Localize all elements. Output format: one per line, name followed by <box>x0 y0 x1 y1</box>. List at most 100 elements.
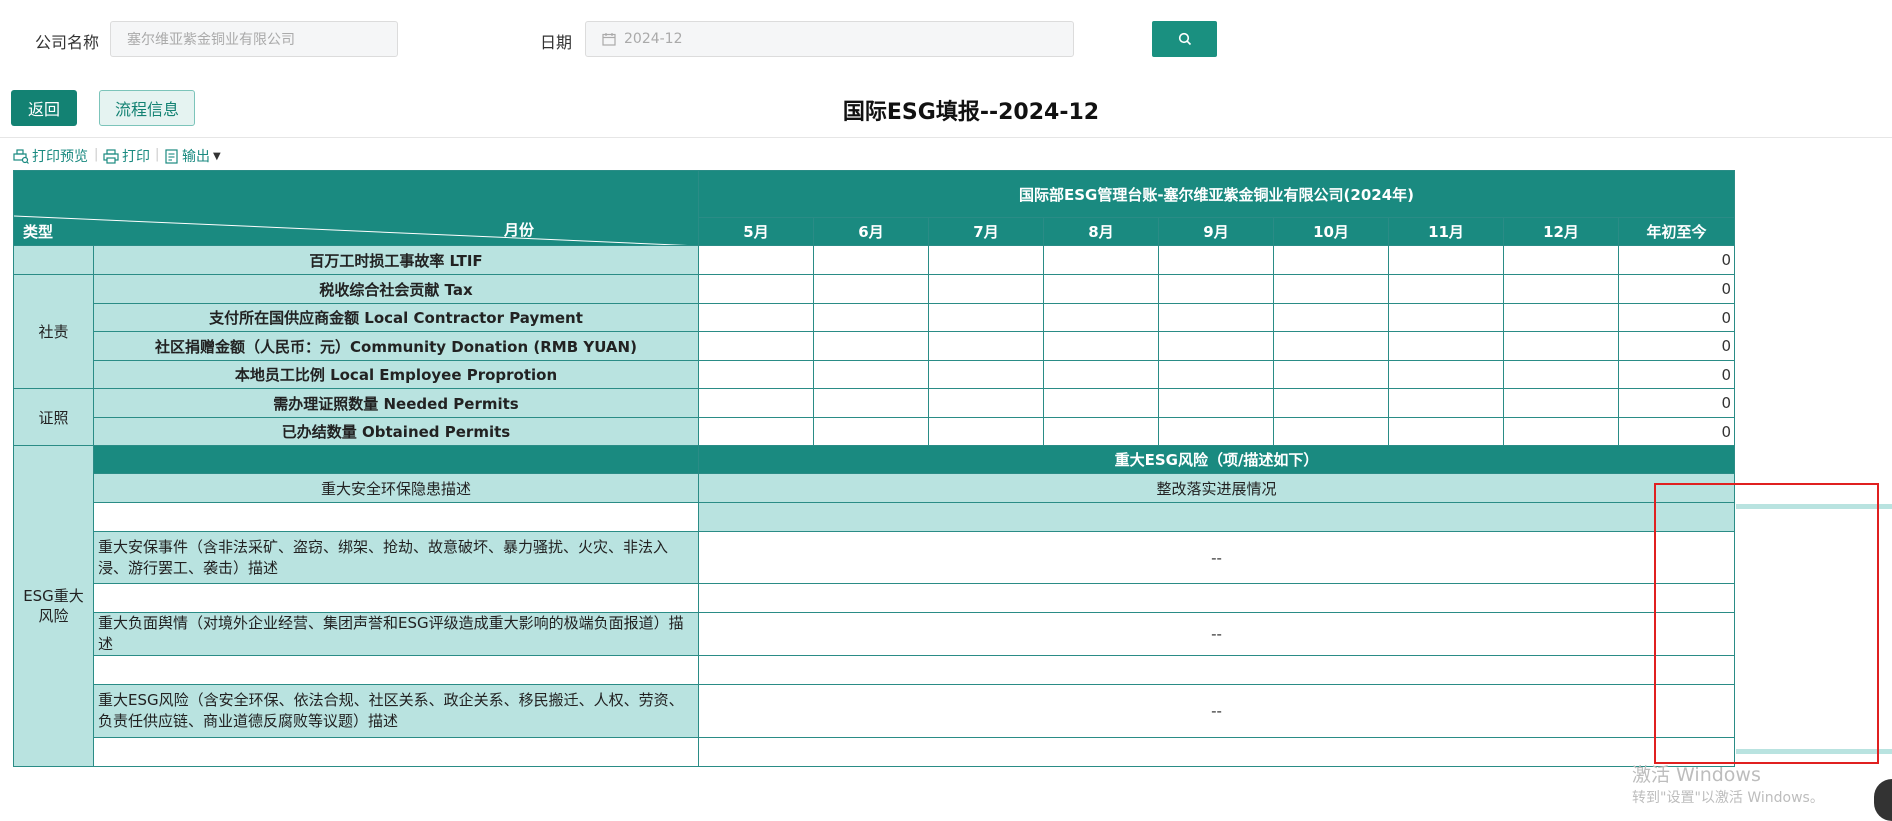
month-header: 10月 <box>1273 217 1389 246</box>
metric-cell[interactable] <box>1503 274 1619 304</box>
risk-progress-input[interactable] <box>698 502 1735 532</box>
risk-desc-input[interactable] <box>93 583 699 613</box>
search-button[interactable] <box>1152 21 1217 57</box>
metric-cell[interactable] <box>1503 388 1619 418</box>
metric-cell[interactable] <box>1503 417 1619 446</box>
corner-type-label: 类型 <box>23 223 54 241</box>
metric-cell[interactable] <box>813 331 929 361</box>
date-label: 日期 <box>540 33 573 52</box>
metric-name: 本地员工比例 Local Employee Proprotion <box>93 360 699 389</box>
metric-cell[interactable] <box>813 360 929 389</box>
company-input[interactable]: 塞尔维亚紫金铜业有限公司 <box>110 21 398 57</box>
metric-cell[interactable] <box>698 417 814 446</box>
month-header: 8月 <box>1043 217 1159 246</box>
metric-cell[interactable] <box>698 274 814 304</box>
taskbar-widget[interactable] <box>1874 779 1892 821</box>
risk-col-progress: 整改落实进展情况 <box>698 473 1735 503</box>
metric-cell[interactable] <box>1388 303 1504 332</box>
metric-cell[interactable] <box>1158 388 1274 418</box>
metric-cell[interactable] <box>1158 331 1274 361</box>
metric-cell[interactable] <box>1158 417 1274 446</box>
metric-cell[interactable] <box>1273 245 1389 275</box>
metric-cell[interactable] <box>813 245 929 275</box>
metric-cell[interactable] <box>1273 274 1389 304</box>
metric-cell[interactable] <box>1158 360 1274 389</box>
metric-cell[interactable] <box>698 331 814 361</box>
metric-cell[interactable] <box>1158 245 1274 275</box>
print-button[interactable]: 打印 <box>103 146 150 166</box>
risk-item-desc: 重大安保事件（含非法采矿、盗窃、绑架、抢劫、故意破坏、暴力骚扰、火灾、非法入浸、… <box>93 531 699 584</box>
risk-progress-input[interactable] <box>698 655 1735 685</box>
metric-cell[interactable] <box>1388 360 1504 389</box>
metric-cell[interactable] <box>813 274 929 304</box>
metric-cell[interactable] <box>1273 303 1389 332</box>
risk-desc-input[interactable] <box>93 502 699 532</box>
metric-cell[interactable] <box>1503 303 1619 332</box>
metric-cell[interactable] <box>698 303 814 332</box>
risk-input-row <box>14 502 1735 532</box>
risk-col-desc: 重大安全环保隐患描述 <box>93 473 699 503</box>
month-header: 6月 <box>813 217 929 246</box>
risk-item-value: -- <box>698 531 1735 584</box>
metric-cell[interactable] <box>813 388 929 418</box>
metric-cell[interactable] <box>1273 360 1389 389</box>
corner-month-label: 月份 <box>504 221 535 239</box>
risk-desc-input[interactable] <box>93 655 699 685</box>
risk-header-row: ESG重大风险 重大ESG风险（项/描述如下） <box>13 445 1735 767</box>
risk-progress-input[interactable] <box>698 583 1735 613</box>
metric-cell[interactable] <box>928 417 1044 446</box>
header-row-title: 类型 月份 国际部ESG管理台账-塞尔维亚紫金铜业有限公司(2024年) <box>13 170 1735 246</box>
metric-cell[interactable] <box>813 417 929 446</box>
group-social: 社责 <box>13 274 94 389</box>
export-button[interactable]: 输出 ▼ <box>165 146 221 166</box>
risk-column-row: 重大安全环保隐患描述 整改落实进展情况 <box>14 473 1735 503</box>
highlight-box <box>1654 483 1879 764</box>
group-esg-risk: ESG重大风险 <box>13 445 94 767</box>
metric-cell[interactable] <box>1043 303 1159 332</box>
metric-cell[interactable] <box>928 274 1044 304</box>
metric-cell[interactable] <box>1043 274 1159 304</box>
metric-cell[interactable] <box>1503 360 1619 389</box>
metric-cell[interactable] <box>1388 274 1504 304</box>
metric-cell[interactable] <box>928 331 1044 361</box>
export-label: 输出 <box>182 149 210 165</box>
ytd-cell: 0 <box>1618 303 1735 332</box>
metric-cell[interactable] <box>1503 331 1619 361</box>
metric-cell[interactable] <box>1043 360 1159 389</box>
risk-progress-input[interactable] <box>698 737 1735 767</box>
metric-cell[interactable] <box>1043 245 1159 275</box>
metric-cell[interactable] <box>1388 331 1504 361</box>
metric-cell[interactable] <box>698 388 814 418</box>
month-header: 5月 <box>698 217 814 246</box>
date-input[interactable]: 2024-12 <box>585 21 1074 57</box>
metric-cell[interactable] <box>928 388 1044 418</box>
metric-cell[interactable] <box>1273 331 1389 361</box>
metric-cell[interactable] <box>1158 274 1274 304</box>
risk-desc-input[interactable] <box>93 737 699 767</box>
page-title: 国际ESG填报--2024-12 <box>842 100 1100 125</box>
metric-cell[interactable] <box>1273 388 1389 418</box>
metric-cell[interactable] <box>1043 331 1159 361</box>
metric-cell[interactable] <box>1043 417 1159 446</box>
risk-item-value: -- <box>698 684 1735 738</box>
search-icon <box>1178 32 1192 46</box>
metric-cell[interactable] <box>1158 303 1274 332</box>
risk-item-value: -- <box>698 612 1735 656</box>
metric-cell[interactable] <box>1503 245 1619 275</box>
metric-cell[interactable] <box>928 245 1044 275</box>
group-cell-empty <box>13 245 94 275</box>
metric-cell[interactable] <box>1388 417 1504 446</box>
metric-cell[interactable] <box>1388 388 1504 418</box>
metric-cell[interactable] <box>928 360 1044 389</box>
metric-cell[interactable] <box>928 303 1044 332</box>
metric-cell[interactable] <box>698 245 814 275</box>
printer-icon <box>103 148 122 164</box>
metric-row: 支付所在国供应商金额 Local Contractor Payment 0 <box>14 303 1735 332</box>
metric-cell[interactable] <box>1043 388 1159 418</box>
print-preview-button[interactable]: 打印预览 <box>13 146 88 166</box>
metric-cell[interactable] <box>813 303 929 332</box>
metric-cell[interactable] <box>1273 417 1389 446</box>
metric-name: 税收综合社会贡献 Tax <box>93 274 699 304</box>
metric-cell[interactable] <box>1388 245 1504 275</box>
metric-cell[interactable] <box>698 360 814 389</box>
